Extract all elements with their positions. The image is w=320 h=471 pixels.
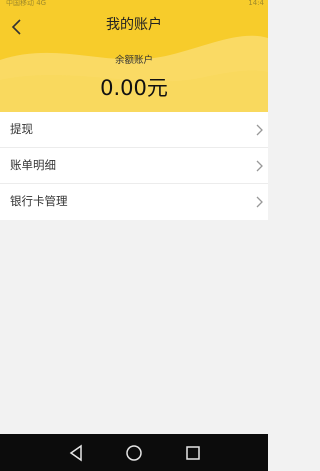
chevron-right-icon: [256, 196, 263, 208]
nav-back-button[interactable]: [65, 442, 87, 464]
menu-item-bank-card-management[interactable]: 银行卡管理: [0, 184, 268, 220]
menu-item-withdraw[interactable]: 提现: [0, 112, 268, 148]
system-navigation-bar: [0, 434, 268, 471]
nav-home-button[interactable]: [123, 442, 145, 464]
page-title: 我的账户: [106, 17, 162, 33]
carrier-text: 中国移动 4G: [6, 0, 47, 7]
menu-item-bill-details[interactable]: 账单明细: [0, 148, 268, 184]
clock-text: 14:4: [248, 0, 264, 7]
home-circle-icon: [126, 445, 142, 461]
recents-square-icon: [186, 446, 200, 460]
back-triangle-icon: [69, 444, 82, 462]
account-header: 中国移动 4G 14:4 我的账户 余额账户 0.00元: [0, 0, 268, 112]
empty-content-area: [0, 220, 268, 434]
account-menu: 提现 账单明细 银行卡管理: [0, 112, 268, 220]
chevron-right-icon: [256, 124, 263, 136]
menu-item-label: 账单明细: [10, 158, 56, 172]
balance-label: 余额账户: [114, 55, 153, 66]
status-bar: 中国移动 4G 14:4: [0, 0, 268, 7]
balance-value: 0.00元: [100, 76, 168, 100]
menu-item-label: 银行卡管理: [10, 194, 68, 208]
nav-recents-button[interactable]: [182, 442, 204, 464]
chevron-right-icon: [256, 160, 263, 172]
menu-item-label: 提现: [10, 122, 33, 136]
